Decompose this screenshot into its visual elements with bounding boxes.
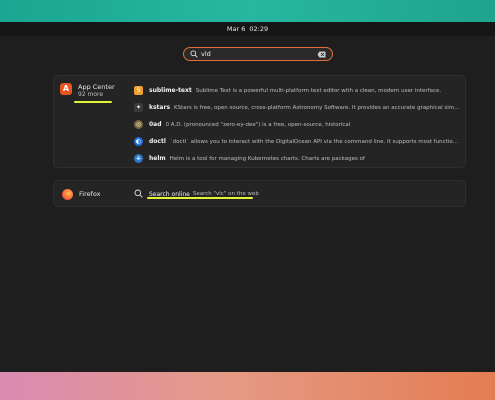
result-desc: KStars is free, open source, cross-platf… — [174, 104, 460, 111]
search-box[interactable] — [183, 47, 333, 61]
sublime-text-icon: S — [134, 86, 143, 95]
app-center-provider[interactable]: A App Center 92 more — [60, 83, 115, 99]
result-name: 0ad — [149, 121, 162, 128]
search-icon — [190, 50, 198, 58]
result-name: helm — [149, 155, 166, 162]
doctl-icon: ◐ — [134, 137, 143, 146]
wallpaper-bottom — [0, 372, 495, 400]
kstars-icon: ✦ — [134, 103, 143, 112]
search-input[interactable] — [198, 49, 317, 59]
firefox-provider-name[interactable]: Firefox — [79, 190, 101, 198]
result-row[interactable]: ◐ doctl `doctl` allows you to interact w… — [134, 133, 460, 150]
search-icon — [134, 189, 143, 200]
result-name: sublime-text — [149, 87, 192, 94]
result-row[interactable]: ⎈ helm Helm is a tool for managing Kuber… — [134, 150, 460, 167]
result-desc: Helm is a tool for managing Kubernetes c… — [169, 155, 365, 162]
result-row[interactable]: S sublime-text Sublime Text is a powerfu… — [134, 82, 460, 99]
clear-search-icon[interactable] — [317, 51, 326, 58]
result-row[interactable]: ◎ 0ad 0 A.D. (pronounced "zero-ey-dee") … — [134, 116, 460, 133]
result-row[interactable]: ✦ kstars KStars is free, open source, cr… — [134, 99, 460, 116]
highlight-underline — [74, 101, 112, 103]
firefox-results-panel: Firefox Search online Search "vlc" on th… — [53, 180, 466, 207]
provider-name: App Center — [78, 83, 115, 91]
firefox-icon[interactable] — [62, 189, 73, 200]
0ad-icon: ◎ — [134, 120, 143, 129]
result-name: doctl — [149, 138, 166, 145]
app-center-results-panel: A App Center 92 more S sublime-text Subl… — [53, 75, 466, 168]
result-desc: Sublime Text is a powerful multi-platfor… — [195, 87, 442, 94]
result-desc: 0 A.D. (pronounced "zero-ey-dee") is a f… — [165, 121, 351, 128]
clock-time[interactable]: 02:29 — [249, 25, 268, 33]
helm-icon: ⎈ — [134, 154, 143, 163]
provider-more-count: 92 more — [78, 91, 104, 98]
wallpaper-top — [0, 0, 495, 22]
clock-date[interactable]: Mar 6 — [227, 25, 245, 33]
result-desc: `doctl` allows you to interact with the … — [169, 138, 460, 145]
highlight-underline — [147, 197, 253, 199]
result-name: kstars — [149, 104, 171, 111]
top-bar[interactable]: Mar 6 02:29 — [0, 22, 495, 36]
app-center-icon: A — [60, 83, 72, 95]
